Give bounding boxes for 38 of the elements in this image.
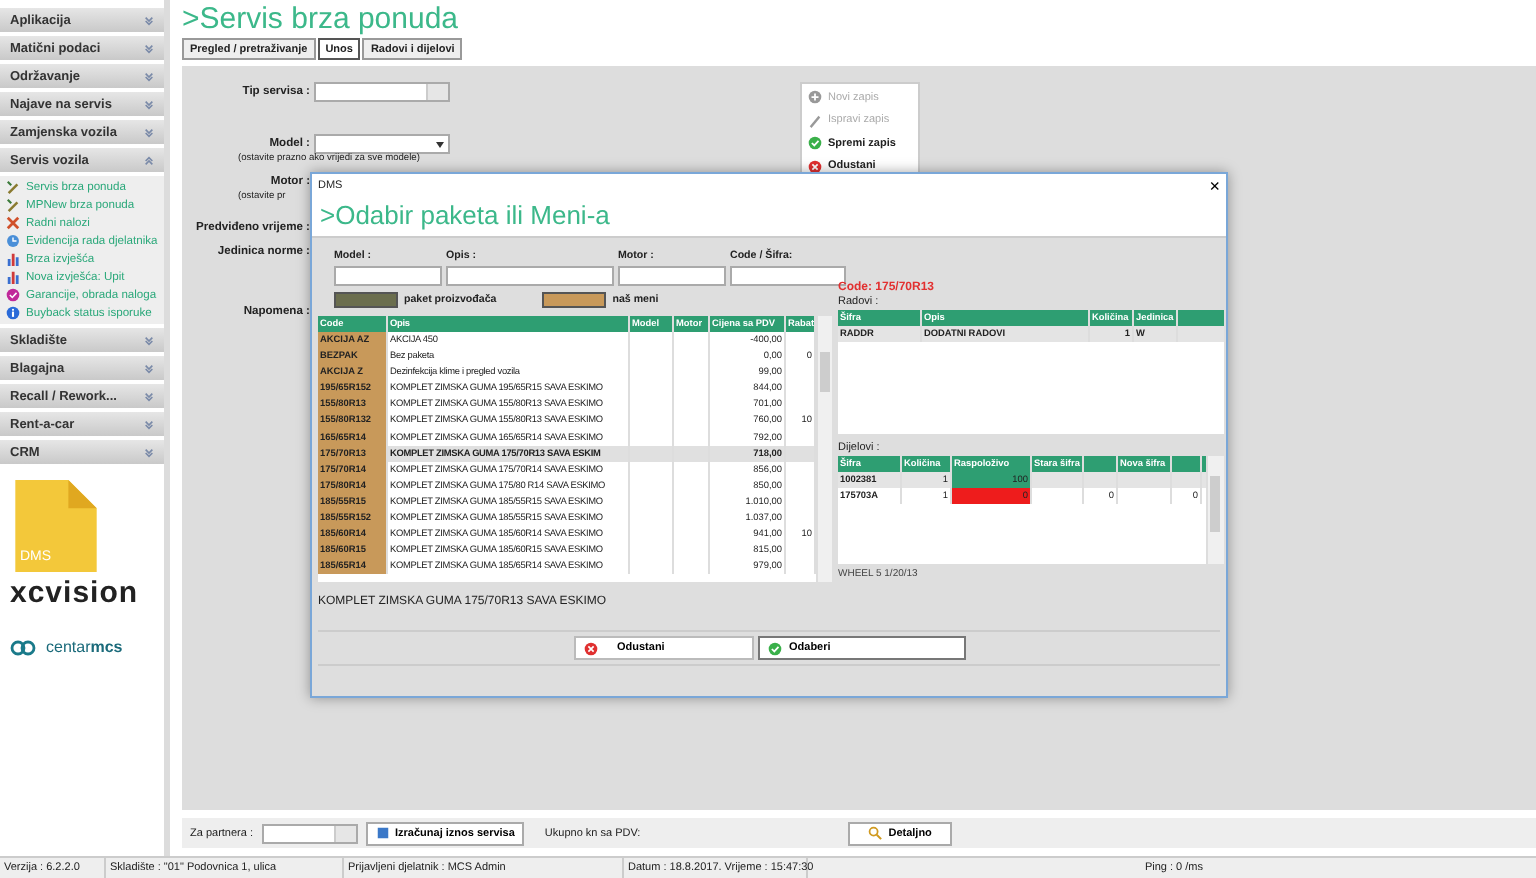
check-icon — [808, 136, 822, 151]
chevron-icon — [144, 15, 154, 25]
bar-chart-icon — [6, 270, 20, 284]
caret-icon — [436, 141, 444, 147]
plus-icon — [808, 90, 822, 105]
filter-field[interactable] — [446, 266, 614, 286]
chevron-icon — [144, 99, 154, 109]
close-button[interactable]: × — [1203, 176, 1226, 196]
page-title: >Servis brza ponuda — [182, 0, 461, 38]
input-field[interactable] — [314, 82, 450, 102]
info-icon — [6, 306, 20, 320]
chevron-icon — [144, 43, 154, 53]
bar-chart-icon — [6, 252, 20, 266]
pen-icon — [6, 198, 20, 212]
pen-icon — [6, 180, 20, 194]
check-icon — [767, 641, 781, 655]
dialog-heading: >Odabir paketa ili Meni-a — [312, 198, 1226, 238]
filter-field[interactable] — [618, 266, 726, 286]
chevron-icon — [144, 71, 154, 81]
search-icon — [868, 826, 883, 840]
chevron-icon — [144, 127, 154, 137]
check-icon — [6, 288, 20, 302]
scrollbar[interactable] — [816, 316, 832, 582]
pencil-icon — [808, 113, 822, 128]
cancel-icon — [583, 641, 597, 655]
chevron-icon — [144, 447, 154, 457]
partner-field[interactable] — [261, 823, 357, 843]
centarmcs-logo: centarmcs — [46, 638, 123, 656]
chevron-icon — [144, 391, 154, 401]
scrollbar[interactable] — [1206, 456, 1224, 564]
dropdown-field[interactable] — [314, 134, 450, 154]
filter-field[interactable] — [334, 266, 442, 286]
chevron-icon — [144, 155, 154, 165]
clock-icon — [6, 234, 20, 248]
chevron-icon — [144, 335, 154, 345]
chevron-icon — [144, 363, 154, 373]
chevron-icon — [144, 419, 154, 429]
xcvision-logo: xcvision — [10, 576, 141, 610]
